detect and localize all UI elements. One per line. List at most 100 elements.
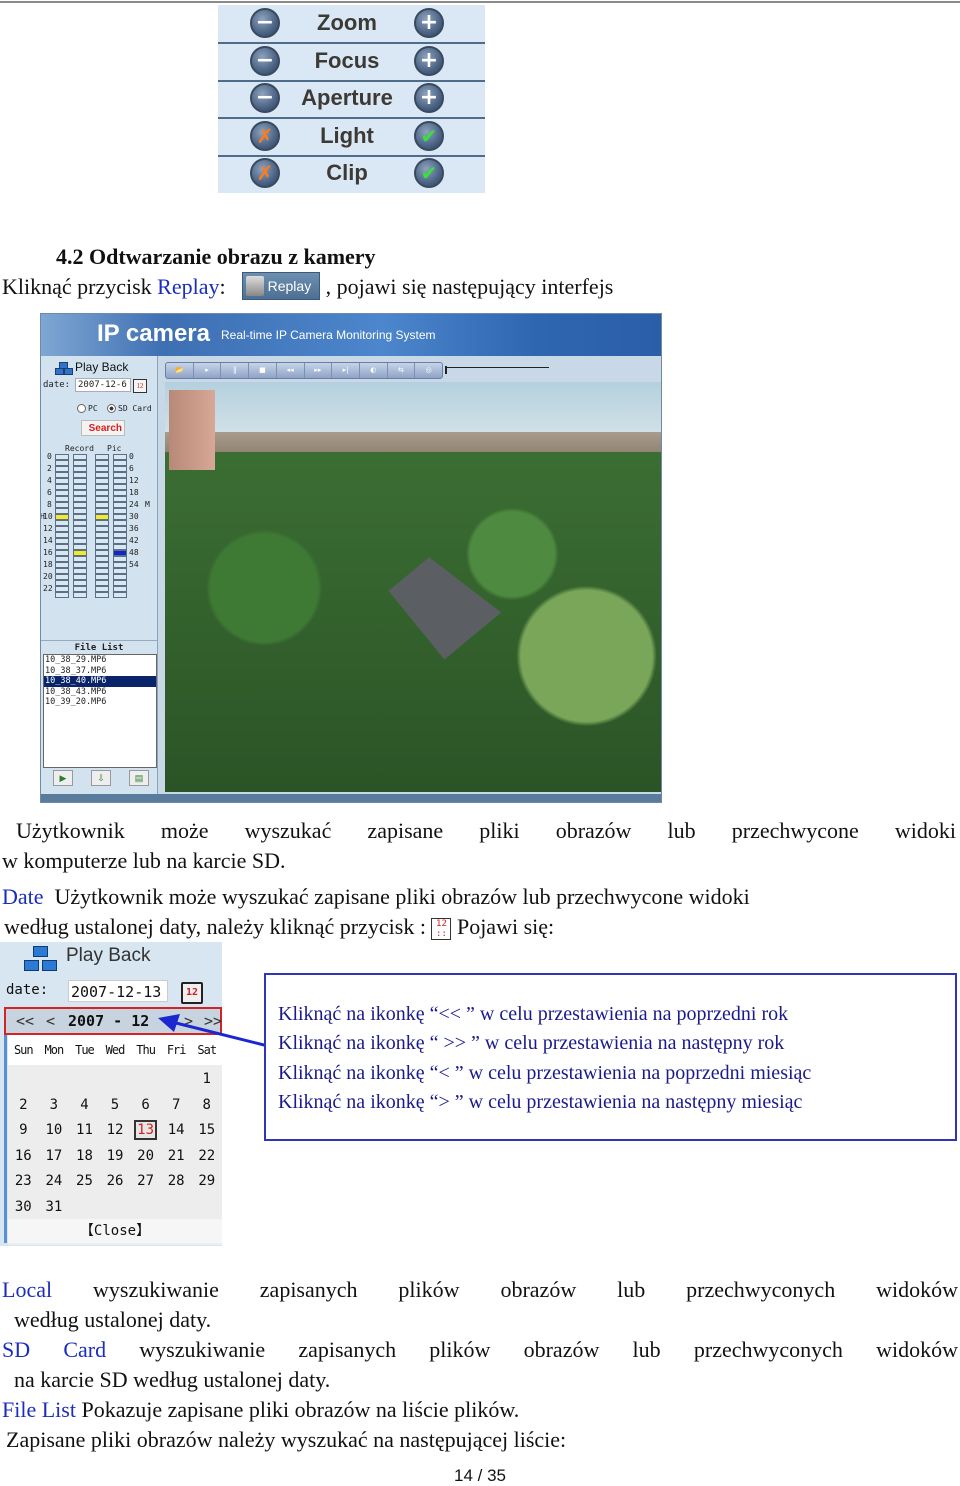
- calendar-icon[interactable]: 12: [133, 379, 147, 393]
- timeline-slot[interactable]: [55, 592, 69, 598]
- calendar-empty-cell: [39, 1067, 70, 1093]
- pic-timeline-column[interactable]: [113, 454, 127, 598]
- calendar-day[interactable]: 10: [39, 1118, 70, 1144]
- timeline-slot[interactable]: [113, 592, 127, 598]
- prev-year-button[interactable]: <<: [16, 1012, 34, 1030]
- open-folder-button[interactable]: ▤: [129, 770, 149, 786]
- radio-sd-card[interactable]: SD Card: [107, 404, 152, 413]
- file-list[interactable]: 10_38_29.MP6 10_38_37.MP6 10_38_40.MP6 10_3…: [43, 654, 157, 768]
- prev-month-button[interactable]: <: [46, 1012, 55, 1030]
- calendar-day[interactable]: 6: [130, 1093, 161, 1119]
- step-button[interactable]: ▸|: [332, 363, 360, 378]
- open-folder-icon: 📂: [174, 366, 184, 374]
- focus-plus-button[interactable]: +: [414, 45, 444, 76]
- pause-button[interactable]: ‖: [221, 363, 250, 378]
- search-button[interactable]: Search: [81, 420, 125, 436]
- calendar-day[interactable]: 15: [191, 1118, 222, 1144]
- calendar-day[interactable]: 19: [100, 1144, 131, 1170]
- calendar-day[interactable]: 11: [69, 1118, 100, 1144]
- close-button[interactable]: 【Close】: [8, 1219, 222, 1243]
- ip-camera-playback-screenshot: IP camera Real-time IP Camera Monitoring…: [40, 313, 662, 803]
- calendar-day[interactable]: 21: [161, 1144, 192, 1170]
- calendar-day[interactable]: 2: [8, 1093, 39, 1119]
- calendar-day[interactable]: 4: [69, 1093, 100, 1119]
- clip-x-button[interactable]: ✗: [250, 158, 280, 189]
- progress-slider-handle[interactable]: [445, 366, 447, 374]
- minute-tick: 54: [129, 560, 139, 569]
- calendar-day[interactable]: 30: [8, 1195, 39, 1221]
- plus-icon: +: [419, 47, 439, 73]
- calendar-day[interactable]: 13: [130, 1118, 161, 1144]
- record-timeline-column[interactable]: [55, 454, 69, 598]
- download-file-button[interactable]: ⇩: [91, 770, 111, 786]
- calendar-week: 2345678: [8, 1093, 222, 1119]
- fast-forward-button[interactable]: ▸▸: [305, 363, 333, 378]
- volume-button[interactable]: ◐: [360, 363, 388, 378]
- calendar-empty-cell: [130, 1195, 161, 1221]
- pic-timeline-column[interactable]: [95, 454, 109, 598]
- file-list-item[interactable]: 10_38_43.MP6: [44, 687, 156, 698]
- minute-tick: 48: [129, 548, 139, 557]
- light-check-button[interactable]: ✔: [414, 120, 444, 151]
- minute-tick: 42: [129, 536, 139, 545]
- popup-date-input[interactable]: 2007-12-13: [68, 980, 168, 1002]
- calendar-day[interactable]: 20: [130, 1144, 161, 1170]
- file-list-item[interactable]: 10_38_37.MP6: [44, 666, 156, 677]
- calendar-day[interactable]: 7: [161, 1093, 192, 1119]
- snapshot-button[interactable]: ◎: [415, 363, 442, 378]
- calendar-icon[interactable]: 12: [181, 982, 203, 1004]
- rewind-icon: ◂◂: [286, 366, 294, 374]
- open-folder-button[interactable]: 📂: [166, 363, 194, 378]
- rewind-button[interactable]: ◂◂: [277, 363, 305, 378]
- calendar-empty-cell: [69, 1195, 100, 1221]
- calendar-empty-cell: [191, 1195, 222, 1221]
- calendar-day[interactable]: 31: [39, 1195, 70, 1221]
- hour-tick: 12: [43, 524, 53, 533]
- calendar-day[interactable]: 22: [191, 1144, 222, 1170]
- ptz-label: Clip: [326, 160, 368, 186]
- aperture-minus-button[interactable]: −: [250, 83, 280, 114]
- calendar-day[interactable]: 18: [69, 1144, 100, 1170]
- date-input[interactable]: 2007-12-6: [75, 378, 131, 392]
- ptz-row-light: ✗ Light ✔: [218, 118, 485, 157]
- hour-tick: 18: [43, 560, 53, 569]
- calendar-day[interactable]: 25: [69, 1169, 100, 1195]
- loop-button[interactable]: ⇆: [388, 363, 416, 378]
- calendar-day[interactable]: 17: [39, 1144, 70, 1170]
- aperture-plus-button[interactable]: +: [414, 83, 444, 114]
- record-timeline-column[interactable]: [73, 454, 87, 598]
- calendar-day[interactable]: 26: [100, 1169, 131, 1195]
- light-x-button[interactable]: ✗: [250, 120, 280, 151]
- file-list-item[interactable]: 10_38_40.MP6: [44, 676, 156, 687]
- progress-slider-track[interactable]: [445, 367, 549, 368]
- calendar-day[interactable]: 14: [161, 1118, 192, 1144]
- calendar-day[interactable]: 27: [130, 1169, 161, 1195]
- replay-button[interactable]: Replay: [241, 271, 320, 300]
- play-file-button[interactable]: ▶: [53, 770, 73, 786]
- file-list-item[interactable]: 10_39_20.MP6: [44, 697, 156, 708]
- calendar-day[interactable]: 28: [161, 1169, 192, 1195]
- play-button[interactable]: ▸: [194, 363, 222, 378]
- calendar-day[interactable]: 12: [100, 1118, 131, 1144]
- zoom-plus-button[interactable]: +: [414, 8, 444, 38]
- calendar-week: 23 24 25 26 27 28 29: [8, 1169, 222, 1195]
- calendar-day[interactable]: 1: [191, 1067, 222, 1093]
- popup-title: Play Back: [66, 945, 151, 966]
- definition-file-list: File List Pokazuje zapisane pliki obrazó…: [2, 1397, 520, 1422]
- calendar-day[interactable]: 24: [39, 1169, 70, 1195]
- radio-pc[interactable]: PC: [77, 404, 98, 413]
- calendar-day[interactable]: 9: [8, 1118, 39, 1144]
- timeline-slot[interactable]: [95, 592, 109, 598]
- timeline-slot[interactable]: [73, 592, 87, 598]
- calendar-day[interactable]: 29: [191, 1169, 222, 1195]
- file-list-item[interactable]: 10_38_29.MP6: [44, 655, 156, 666]
- stop-button[interactable]: ■: [249, 363, 277, 378]
- clip-check-button[interactable]: ✔: [414, 158, 444, 189]
- calendar-day[interactable]: 23: [8, 1169, 39, 1195]
- zoom-minus-button[interactable]: −: [250, 8, 280, 38]
- calendar-day[interactable]: 8: [191, 1093, 222, 1119]
- calendar-day[interactable]: 5: [100, 1093, 131, 1119]
- calendar-day[interactable]: 16: [8, 1144, 39, 1170]
- calendar-day[interactable]: 3: [39, 1093, 70, 1119]
- focus-minus-button[interactable]: −: [250, 45, 280, 76]
